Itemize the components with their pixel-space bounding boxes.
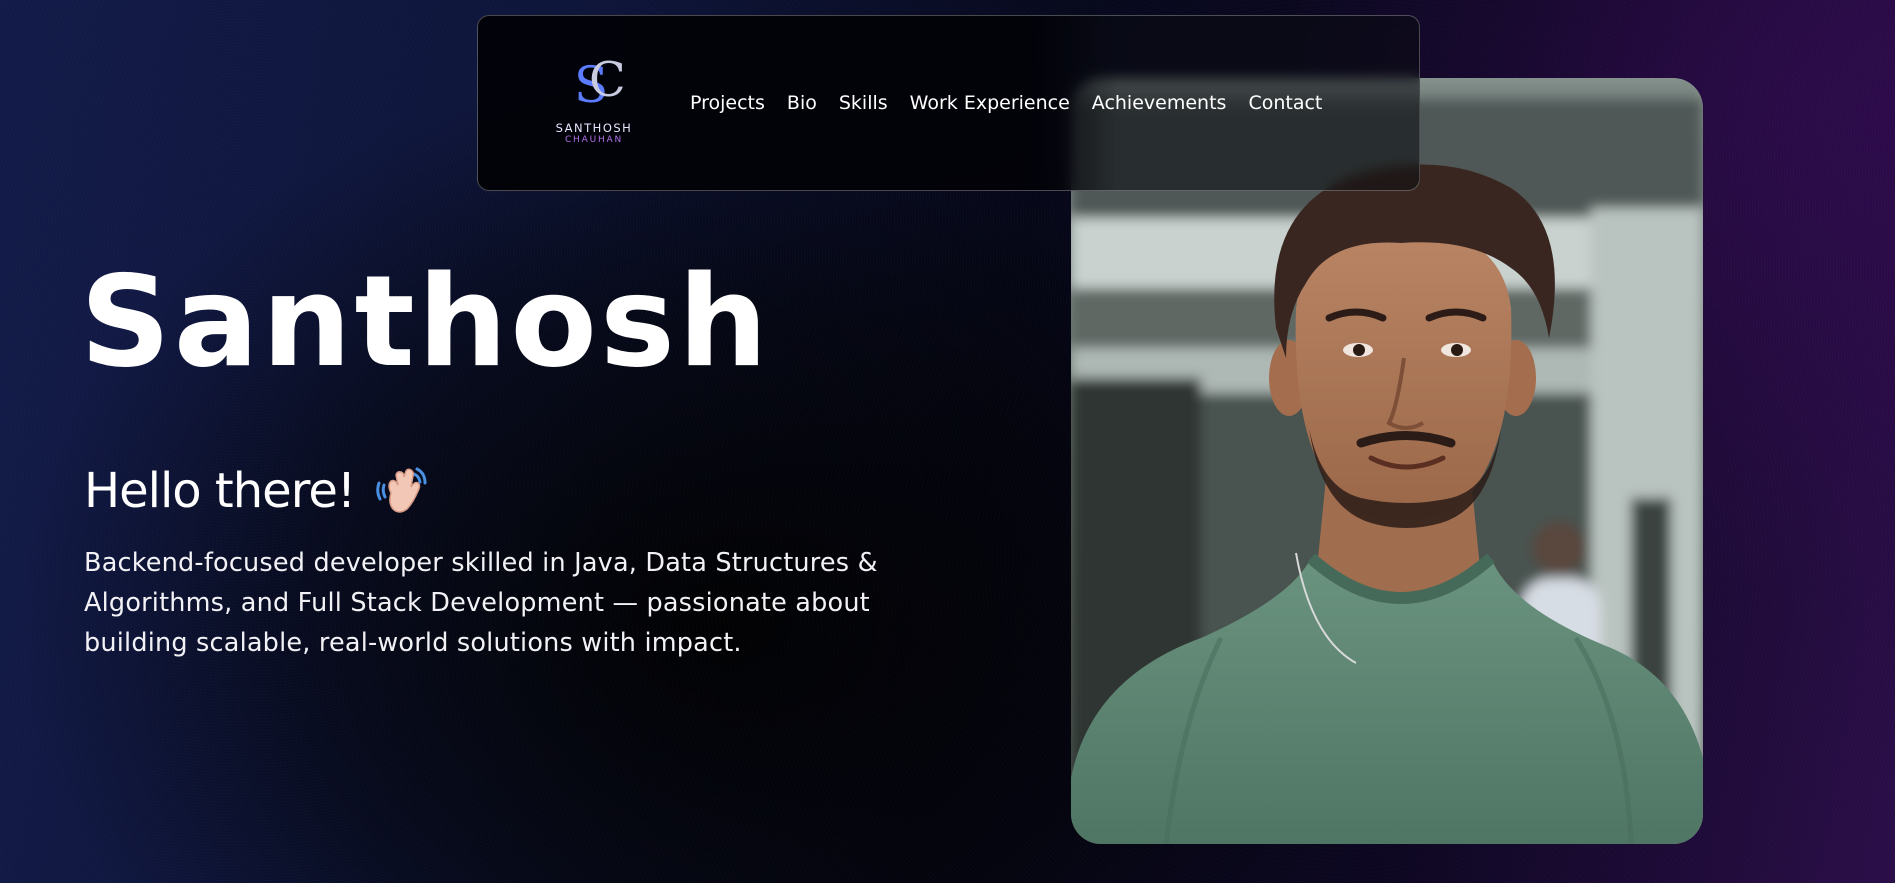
nav-projects[interactable]: Projects [690,92,765,114]
nav-work-experience[interactable]: Work Experience [910,92,1070,114]
logo-surname: CHAUHAN [564,135,624,145]
greeting-text: Hello there! [84,462,356,519]
profile-photo [1071,78,1703,844]
waving-hand-icon [373,463,429,519]
logo-monogram-c: C [589,52,626,108]
nav-bio[interactable]: Bio [787,92,817,114]
nav-achievements[interactable]: Achievements [1092,92,1227,114]
nav-contact[interactable]: Contact [1248,92,1322,114]
navbar: S C SANTHOSH CHAUHAN Projects Bio Skills… [477,15,1420,191]
nav-skills[interactable]: Skills [839,92,888,114]
hero-greeting: Hello there! [84,463,429,519]
hero-bio: Backend-focused developer skilled in Jav… [84,548,878,658]
hero-name: Santhosh [80,248,771,395]
logo-name: SANTHOSH [555,121,633,135]
nav-links: Projects Bio Skills Work Experience Achi… [690,92,1322,114]
site-logo[interactable]: S C SANTHOSH CHAUHAN [548,56,640,156]
logo-monogram-icon: S C [564,56,626,118]
